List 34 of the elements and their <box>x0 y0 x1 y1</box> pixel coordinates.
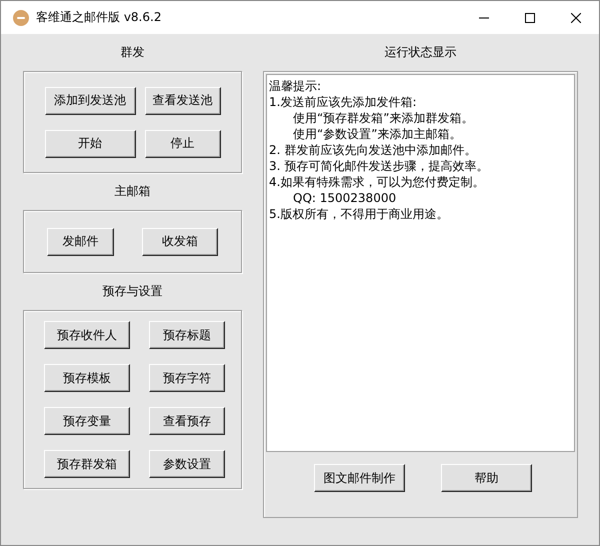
log-line: 5.版权所有，不得用于商业用途。 <box>269 206 450 222</box>
group-title: 预存与设置 <box>102 283 162 300</box>
action-button[interactable]: 收发箱 <box>142 228 218 256</box>
group-title: 群发 <box>120 44 144 61</box>
action-button[interactable]: 停止 <box>144 130 220 158</box>
action-button[interactable]: 添加到发送池 <box>44 86 136 114</box>
log-line: 4.如果有特殊需求，可以为您付费定制。 <box>269 174 486 190</box>
action-button[interactable]: 预存标题 <box>149 321 225 349</box>
log-line: 温馨提示: <box>269 78 322 94</box>
action-button[interactable]: 开始 <box>44 130 136 158</box>
log-line: 使用“预存群发箱”来添加群发箱。 <box>292 110 474 126</box>
panel-title: 运行状态显示 <box>384 44 456 61</box>
action-button[interactable]: 查看发送池 <box>144 86 220 114</box>
action-button[interactable]: 预存字符 <box>149 364 225 392</box>
group-title: 主邮箱 <box>114 183 150 200</box>
log-textarea[interactable]: 温馨提示: 1.发送前应该先添加发件箱: 使用“预存群发箱”来添加群发箱。 使用“参数设置”来添加主邮箱。 2. 群发前应该先向发送池中添加邮件。 3. 预存可简化邮件发送步骤，提高效率。 4.如果有特殊需求，可以为您付费定制。 QQ: 1500238000 5.版权所有，不得用于商业用途。 <box>266 74 575 452</box>
action-button[interactable]: 发邮件 <box>47 228 114 256</box>
app-logo-icon <box>13 10 29 26</box>
action-button[interactable]: 预存收件人 <box>44 321 130 349</box>
log-line: 1.发送前应该先添加发件箱: <box>269 94 418 110</box>
action-button[interactable]: 参数设置 <box>149 450 225 478</box>
log-line: QQ: 1500238000 <box>292 190 398 206</box>
log-line: 使用“参数设置”来添加主邮箱。 <box>292 126 462 142</box>
log-line: 2. 群发前应该先向发送池中添加邮件。 <box>269 142 478 158</box>
action-button[interactable]: 预存模板 <box>44 364 130 392</box>
action-button[interactable]: 查看预存 <box>149 407 225 435</box>
log-line: 3. 预存可简化邮件发送步骤，提高效率。 <box>269 158 490 174</box>
action-button[interactable]: 图文邮件制作 <box>314 464 405 492</box>
maximize-icon[interactable] <box>525 12 535 22</box>
action-button[interactable]: 帮助 <box>441 464 532 492</box>
window-title: 客维通之邮件版 v8.6.2 <box>36 9 162 26</box>
action-button[interactable]: 预存群发箱 <box>44 450 130 478</box>
close-icon[interactable] <box>571 12 581 22</box>
action-button[interactable]: 预存变量 <box>44 407 130 435</box>
